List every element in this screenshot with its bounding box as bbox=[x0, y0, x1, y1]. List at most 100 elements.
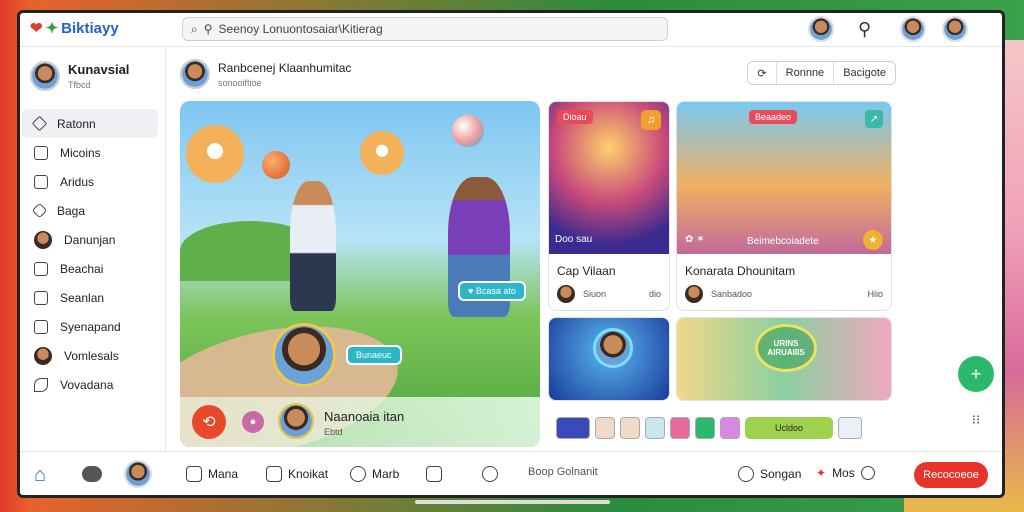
sidebar-item-label: Ratonn bbox=[57, 116, 96, 131]
badge-icon: ★ bbox=[863, 230, 883, 250]
tag-icon bbox=[31, 202, 48, 219]
dots-icon: ⁝⁝ bbox=[971, 412, 981, 427]
profile-sub: Tfbcd bbox=[68, 80, 91, 90]
video-card[interactable] bbox=[548, 317, 670, 401]
home-outline-icon bbox=[186, 466, 202, 482]
card-meta: Sanbadoo Hiio bbox=[685, 285, 883, 303]
top-bar: ❤ ✦ Biktiayy ⌕ ⚲ Seenoy Lonuontosaiar\Ki… bbox=[20, 13, 1002, 47]
share-icon bbox=[426, 466, 442, 482]
channel-title: Ranbcenej Klaanhumitac bbox=[218, 60, 352, 75]
bottom-nav-label: Knoikat bbox=[288, 467, 329, 481]
video-card[interactable]: URINS AIRUAIIIS bbox=[676, 317, 892, 401]
sidebar-nav: Ratonn Micoins Aridus Baga Danunjan Beac… bbox=[20, 109, 166, 399]
video-card[interactable]: Beaadeo ↗ ✿ ✶ Beimebcoiadete ★ Konarata … bbox=[676, 101, 892, 311]
toggle-icon bbox=[860, 466, 875, 480]
logo-leaf-icon: ✦ bbox=[45, 20, 59, 37]
sidebar-item-label: Baga bbox=[57, 203, 86, 218]
bottom-nav-songan[interactable]: Songan bbox=[738, 466, 801, 482]
leaf-icon bbox=[34, 377, 48, 392]
bottom-bar: ⌂ Mana Knoikat Marb Boop Golnanit Songan… bbox=[20, 451, 1002, 495]
sidebar-item-label: Beachai bbox=[60, 261, 104, 276]
subscribe-button[interactable]: Recocoeoe bbox=[914, 462, 988, 488]
card-caption: Konarata Dhounitam bbox=[685, 264, 796, 278]
cartoon-bear-left bbox=[186, 125, 244, 183]
card-meta-right: dio bbox=[648, 289, 661, 299]
video-card[interactable]: Dioau ♫ Doo sau Cap Vilaan Siuon dio bbox=[548, 101, 670, 311]
home-icon[interactable]: ⌂ bbox=[34, 464, 46, 487]
card-overlay-text: Beimebcoiadete bbox=[747, 236, 819, 247]
layers-icon bbox=[34, 290, 48, 305]
bottom-nav-mana[interactable]: Mana bbox=[186, 466, 238, 482]
thumbnail[interactable] bbox=[670, 417, 690, 439]
heart-icon: ♥ bbox=[468, 286, 476, 296]
sidebar-item-vomlesals[interactable]: Vomlesals bbox=[20, 341, 166, 370]
user-avatar[interactable] bbox=[808, 16, 834, 42]
thumbnail[interactable] bbox=[556, 417, 590, 439]
bottom-nav-share[interactable] bbox=[426, 466, 442, 482]
thumbnail-wide[interactable]: Ucldoo bbox=[745, 417, 833, 439]
featured-avatar bbox=[272, 323, 336, 387]
search-icon[interactable]: ⚲ bbox=[858, 19, 871, 40]
account-avatar[interactable] bbox=[942, 16, 968, 42]
sidebar-item-aridus[interactable]: Aridus bbox=[20, 167, 166, 196]
beach-ball-icon bbox=[452, 115, 484, 147]
sidebar-item-label: Seanlan bbox=[60, 290, 105, 305]
avatar[interactable] bbox=[124, 460, 152, 488]
bottom-nav-label: Mana bbox=[208, 467, 239, 481]
globe-icon bbox=[350, 466, 366, 482]
sidebar-item-vovadana[interactable]: Vovadana bbox=[20, 370, 166, 399]
thumbnail[interactable] bbox=[620, 417, 640, 439]
thumbnail[interactable] bbox=[720, 417, 740, 439]
hero-tag-1-label: Bcasa ato bbox=[475, 286, 516, 296]
activity-icon bbox=[482, 466, 498, 482]
thumbnail[interactable] bbox=[838, 417, 862, 439]
search-bar[interactable]: ⌕ ⚲ Seenoy Lonuontosaiar\Kitierag bbox=[182, 17, 668, 41]
bottom-nav-marb[interactable]: Marb bbox=[350, 466, 399, 482]
refresh-icon[interactable]: ⟳ bbox=[748, 62, 777, 84]
card-meta: Siuon dio bbox=[557, 285, 661, 303]
channel-header[interactable]: Ranbcenej Klaanhumitac sonooiftioe bbox=[180, 59, 351, 89]
profile[interactable]: Kunavsial Tfbcd bbox=[30, 61, 129, 91]
avatar bbox=[557, 285, 575, 303]
search-icon: ⌕ bbox=[191, 21, 198, 36]
channel-sub: sonooiftioe bbox=[218, 77, 262, 88]
card-caption: Cap Vilaan bbox=[557, 264, 616, 278]
hero-tag-2[interactable]: Bunaeuc bbox=[346, 345, 402, 365]
sparkle-icon: ✦ bbox=[816, 466, 827, 480]
sidebar-item-baga[interactable]: Baga bbox=[20, 196, 166, 225]
thumbnail[interactable] bbox=[645, 417, 665, 439]
bottom-nav-knoikat[interactable]: Knoikat bbox=[266, 466, 328, 482]
action-button-2[interactable]: Bacigote bbox=[834, 62, 895, 84]
app-logo[interactable]: ❤ ✦ Biktiayy bbox=[30, 19, 119, 38]
profile-name: Kunavsial bbox=[68, 62, 130, 77]
list-icon bbox=[34, 145, 48, 160]
ball-icon bbox=[262, 151, 290, 179]
more-button[interactable]: ⁝⁝ bbox=[958, 402, 994, 438]
share-icon[interactable]: ↗ bbox=[865, 110, 883, 128]
music-icon[interactable]: ♫ bbox=[641, 110, 661, 130]
sidebar-item-micoins[interactable]: Micoins bbox=[20, 138, 166, 167]
bottom-nav-mos[interactable]: ✦ Mos bbox=[816, 466, 875, 480]
sidebar-item-seanlan[interactable]: Seanlan bbox=[20, 283, 166, 312]
action-button-1[interactable]: Ronnne bbox=[777, 62, 835, 84]
thumbnail[interactable] bbox=[595, 417, 615, 439]
card-overlay-label: URINS AIRUAIIIS bbox=[755, 324, 817, 372]
bottom-nav-activity[interactable] bbox=[482, 466, 498, 482]
window-grip bbox=[415, 500, 610, 504]
sidebar-item-beachai[interactable]: Beachai bbox=[20, 254, 166, 283]
avatar bbox=[685, 285, 703, 303]
friend-avatar[interactable] bbox=[900, 16, 926, 42]
sidebar-item-label: Danunjan bbox=[64, 232, 116, 247]
add-button[interactable]: + bbox=[958, 356, 994, 392]
thumbnail[interactable] bbox=[695, 417, 715, 439]
sidebar-item-syenapand[interactable]: Syenapand bbox=[20, 312, 166, 341]
chat-icon bbox=[34, 261, 48, 276]
sidebar-item-danunjan[interactable]: Danunjan bbox=[20, 225, 166, 254]
hero-video[interactable]: ♥ Bcasa ato Bunaeuc ⟲ ● Naanoaia itan Eb… bbox=[180, 101, 540, 447]
cloud-icon[interactable] bbox=[82, 466, 102, 482]
hero-tag-1[interactable]: ♥ Bcasa ato bbox=[458, 281, 526, 301]
action-group: ⟳ Ronnne Bacigote bbox=[747, 61, 896, 85]
avatar-icon bbox=[34, 346, 52, 365]
sidebar-item-ratonn[interactable]: Ratonn bbox=[22, 109, 158, 138]
sidebar-item-label: Aridus bbox=[60, 174, 95, 189]
